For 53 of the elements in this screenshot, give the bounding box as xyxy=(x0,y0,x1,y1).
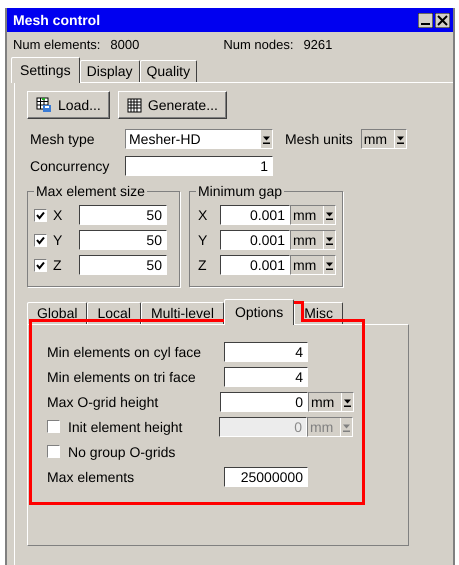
units-dropdown[interactable]: mm xyxy=(290,255,336,275)
size-field[interactable]: 50 xyxy=(79,230,167,250)
stat-value: 8000 xyxy=(110,37,140,52)
stat-label: Num nodes: xyxy=(223,37,294,52)
grid-disk-icon xyxy=(36,97,52,113)
checkbox[interactable] xyxy=(34,258,47,272)
stat-label: Num elements: xyxy=(13,37,100,52)
option-field[interactable]: 25000000 xyxy=(224,466,308,486)
option-field[interactable]: 4 xyxy=(224,342,308,362)
close-icon[interactable] xyxy=(435,12,450,28)
field-label: Concurrency xyxy=(30,158,110,174)
checkbox[interactable] xyxy=(34,234,47,246)
gap-field[interactable]: 0.001 xyxy=(220,205,290,225)
group-title: Minimum gap xyxy=(197,183,284,199)
grid-icon xyxy=(126,98,142,112)
tab[interactable]: Options xyxy=(224,299,294,325)
group-title: Max element size xyxy=(35,183,146,199)
size-field[interactable]: 50 xyxy=(79,205,167,225)
units-dropdown[interactable]: mm xyxy=(308,392,354,412)
axis-label: X xyxy=(197,207,208,223)
units-dropdown[interactable]: mm xyxy=(290,205,336,225)
option-label: Min elements on tri face xyxy=(47,368,197,384)
option-field[interactable]: 0 xyxy=(220,392,308,412)
toolbar-button[interactable]: Load... xyxy=(27,91,110,119)
stat-value: 9261 xyxy=(303,37,332,52)
minimize-icon[interactable] xyxy=(418,12,433,28)
mesh-type-dropdown[interactable]: Mesher-HD xyxy=(125,129,273,149)
gap-field[interactable]: 0.001 xyxy=(220,230,290,250)
option-label: No group O-grids xyxy=(68,444,176,460)
checkbox[interactable] xyxy=(47,445,60,458)
concurrency-field[interactable]: 1 xyxy=(125,156,273,176)
axis-label: X xyxy=(52,207,64,223)
tab[interactable]: Quality xyxy=(140,60,198,82)
axis-label: Z xyxy=(197,257,208,273)
axis-label: Y xyxy=(197,232,208,248)
option-field[interactable]: 4 xyxy=(224,366,308,386)
units-dropdown[interactable]: mm xyxy=(290,230,336,250)
field-label: Mesh units xyxy=(285,131,353,147)
gap-field[interactable]: 0.001 xyxy=(220,255,290,275)
axis-label: Z xyxy=(52,257,63,273)
checkbox[interactable] xyxy=(34,208,47,222)
option-label: Max O-grid height xyxy=(47,394,160,410)
field-label: Mesh type xyxy=(30,131,96,147)
option-label: Min elements on cyl face xyxy=(47,344,202,360)
tab[interactable]: Settings xyxy=(11,57,80,83)
units-dropdown[interactable]: mm xyxy=(360,129,407,149)
option-label: Init element height xyxy=(68,418,184,434)
size-field[interactable]: 50 xyxy=(79,255,167,275)
tab[interactable]: Display xyxy=(80,60,140,82)
window-title: Mesh control xyxy=(13,12,100,28)
axis-label: Y xyxy=(52,232,64,248)
option-label: Max elements xyxy=(47,468,136,484)
toolbar-button[interactable]: Generate... xyxy=(118,91,227,119)
